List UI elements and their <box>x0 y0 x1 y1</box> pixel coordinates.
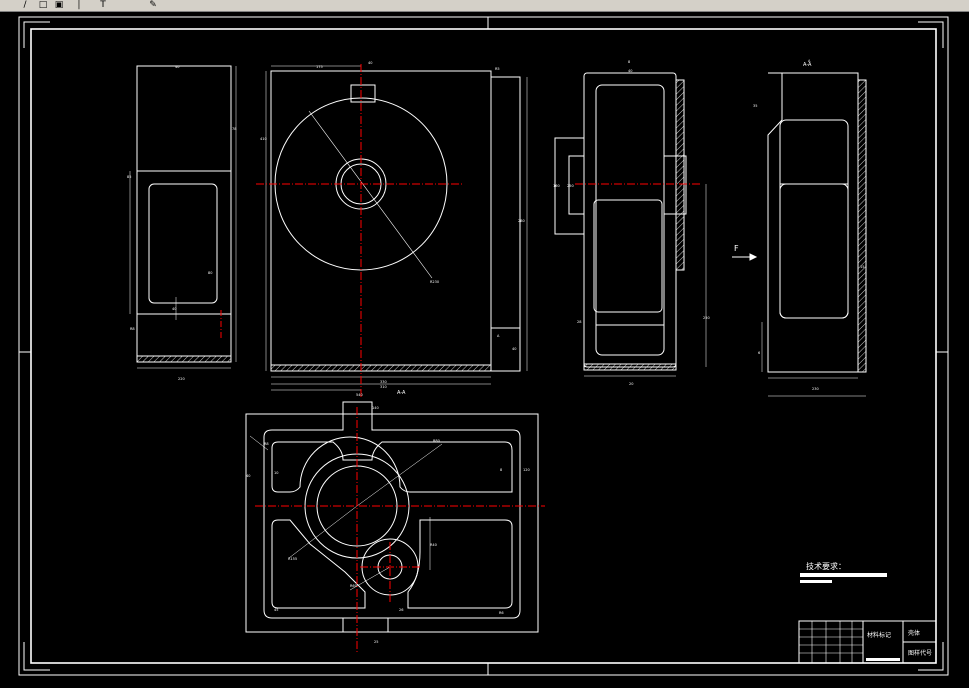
dimension-label: 250 <box>567 184 574 188</box>
dimension-label: 6 <box>758 351 760 355</box>
dimension-label: R8 <box>264 442 269 446</box>
toolbar: / □ ▣ │ T ✎ <box>0 0 969 12</box>
drawing-number-label: 图样代号 <box>908 649 932 657</box>
cad-drawing-viewport[interactable]: 技术要求： 材料标记 壳体 图样代号 F A-A A-A 40 78 85 80 40 R… <box>0 12 969 688</box>
dimension-label: 40 <box>172 307 176 311</box>
dimension-label: 26 <box>399 608 403 612</box>
dimension-label: A <box>497 334 500 338</box>
save-icon[interactable]: ▣ <box>52 0 66 10</box>
front-view <box>265 65 528 391</box>
dimension-label: R230 <box>430 280 439 284</box>
dimension-label: 40 <box>175 65 179 69</box>
new-document-icon[interactable]: □ <box>36 0 50 10</box>
front-view-centerlines <box>256 64 462 397</box>
dimension-label: 45 <box>274 608 278 612</box>
dimension-label: 310 <box>380 385 387 389</box>
right-view <box>732 72 867 397</box>
section-label: A-A <box>397 390 406 396</box>
dimension-label: 40 <box>512 347 516 351</box>
dimension-label: 330 <box>380 380 387 384</box>
dimension-label: 78 <box>232 127 236 131</box>
drawing-labels: 技术要求： 材料标记 壳体 图样代号 F A-A A-A <box>397 62 932 657</box>
dimension-label: R60 <box>350 584 357 588</box>
dimension-label: 40 <box>628 69 632 73</box>
side-view <box>554 72 707 377</box>
force-label: F <box>734 244 739 253</box>
dimension-label: 25 <box>374 640 378 644</box>
dimension-label: R5 <box>495 67 500 71</box>
dimension-label: 280 <box>518 219 525 223</box>
dimension-label: 20 <box>629 382 633 386</box>
pan-tool-icon[interactable]: / <box>18 0 32 10</box>
dimension-label: 40 <box>368 61 372 65</box>
dimension-label: 120 <box>523 468 530 472</box>
separator-icon: │ <box>76 0 82 10</box>
drawing-canvas: 技术要求： 材料标记 壳体 图样代号 F A-A A-A 40 78 85 80 40 R… <box>18 16 949 676</box>
dimension-label: 140 <box>372 406 379 410</box>
part-name-label: 壳体 <box>908 629 920 637</box>
dimension-label: R155 <box>288 557 297 561</box>
dimension-label: 85 <box>127 175 131 179</box>
tech-requirements-title: 技术要求： <box>806 561 846 571</box>
dimension-label: 160 <box>553 184 560 188</box>
dimension-label: 175 <box>316 65 323 69</box>
dimension-label: 80 <box>208 271 212 275</box>
material-mark-label: 材料标记 <box>867 631 891 639</box>
dimension-label: 15 <box>860 265 864 269</box>
dimension-label: 28 <box>577 320 581 324</box>
dimension-label: 230 <box>812 387 819 391</box>
dimension-label: 35 <box>753 104 757 108</box>
dimension-label: 8 <box>628 60 630 64</box>
left-view <box>129 65 237 369</box>
dimension-label: 410 <box>260 137 267 141</box>
plan-view <box>245 401 539 633</box>
dimension-label: 8 <box>500 468 502 472</box>
technical-requirements <box>800 573 887 583</box>
dimension-label: 250 <box>703 316 710 320</box>
text-tool-icon[interactable]: T <box>96 0 110 10</box>
dimension-label: 40 <box>246 474 250 478</box>
dimension-label: R80 <box>433 439 440 443</box>
dimension-label: 10 <box>274 471 278 475</box>
dimension-label: 220 <box>178 377 185 381</box>
dimension-label: 540 <box>356 393 363 397</box>
dimension-label: R6 <box>499 611 504 615</box>
dimension-label: R8 <box>130 327 135 331</box>
paint-tool-icon[interactable]: ✎ <box>146 0 160 10</box>
dimension-label: R40 <box>430 543 437 547</box>
